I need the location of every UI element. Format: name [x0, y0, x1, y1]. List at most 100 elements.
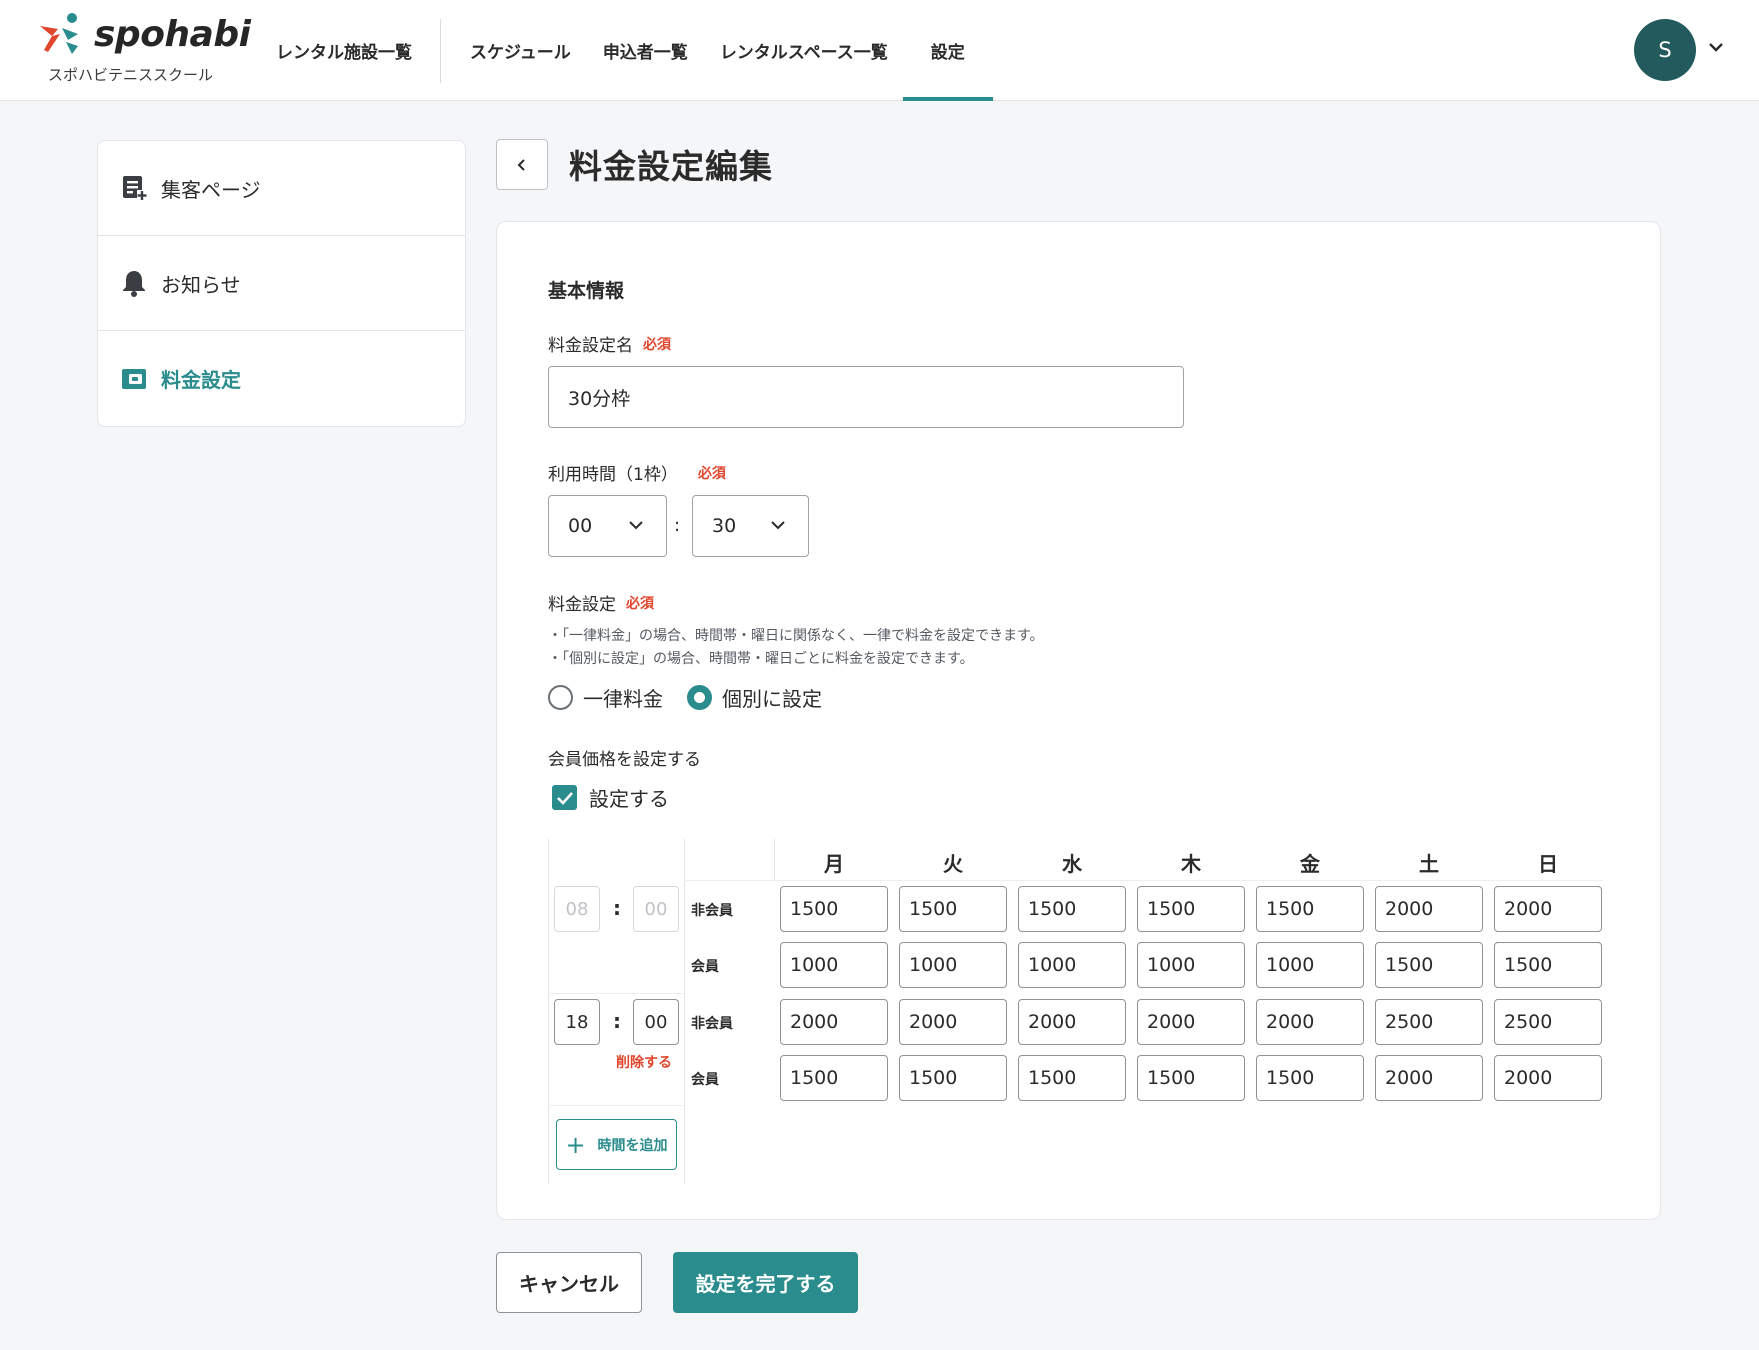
- table-border: [684, 880, 1603, 881]
- price-input-fri[interactable]: [1256, 886, 1364, 932]
- nav-applicants[interactable]: 申込者一覧: [603, 0, 688, 101]
- price-input-sun[interactable]: [1494, 999, 1602, 1045]
- duration-hours-select[interactable]: 00: [548, 495, 667, 557]
- required-badge: 必須: [697, 465, 726, 482]
- day-header-thu: 木: [1181, 852, 1201, 876]
- price-input-sun[interactable]: [1494, 886, 1602, 932]
- nav-rental-facilities[interactable]: レンタル施設一覧: [276, 0, 412, 101]
- page-plus-icon: [120, 174, 148, 202]
- pricing-field-label: 料金設定 必須: [548, 590, 654, 615]
- price-input-mon[interactable]: [780, 999, 888, 1045]
- button-label: 時間を追加: [597, 1137, 668, 1154]
- table-border: [684, 839, 685, 1184]
- cancel-button[interactable]: キャンセル: [496, 1252, 642, 1313]
- price-input-sat[interactable]: [1375, 999, 1483, 1045]
- block2-start-hour[interactable]: 18: [554, 999, 600, 1045]
- price-input-sun[interactable]: [1494, 942, 1602, 988]
- back-button[interactable]: [496, 139, 548, 190]
- sidebar-item-label: お知らせ: [161, 272, 241, 297]
- label-text: 利用時間（1枠）: [548, 465, 678, 485]
- top-header: spohabi スポハビテニススクール レンタル施設一覧 スケジュール 申込者一…: [0, 0, 1759, 101]
- price-input-fri[interactable]: [1256, 942, 1364, 988]
- logo-mark-icon: [40, 13, 78, 54]
- brand-logo[interactable]: spohabi スポハビテニススクール: [38, 12, 251, 87]
- table-border: [548, 839, 549, 1184]
- price-input-thu[interactable]: [1137, 1055, 1245, 1101]
- nav-settings[interactable]: 設定: [902, 0, 993, 101]
- radio-flat-rate[interactable]: 一律料金: [548, 683, 663, 712]
- chevron-down-icon: [771, 521, 785, 530]
- price-input-sat[interactable]: [1375, 886, 1483, 932]
- row-label-non-member: 非会員: [691, 903, 733, 919]
- row-label-member: 会員: [691, 1072, 719, 1088]
- row-label-member: 会員: [691, 959, 719, 975]
- price-input-sat[interactable]: [1375, 1055, 1483, 1101]
- price-input-fri[interactable]: [1256, 999, 1364, 1045]
- duration-minutes-select[interactable]: 30: [692, 495, 809, 557]
- sidebar-item-notices[interactable]: お知らせ: [98, 236, 465, 331]
- select-value: 00: [568, 515, 593, 537]
- block2-start-minute[interactable]: 00: [633, 999, 679, 1045]
- plus-icon: +: [565, 1130, 586, 1159]
- name-field-label: 料金設定名 必須: [548, 331, 671, 356]
- checkbox-label: 設定する: [589, 787, 669, 811]
- nav-divider: [440, 18, 441, 83]
- price-input-mon[interactable]: [780, 1055, 888, 1101]
- price-input-thu[interactable]: [1137, 942, 1245, 988]
- price-input-wed[interactable]: [1018, 999, 1126, 1045]
- day-header-sun: 日: [1538, 852, 1558, 876]
- user-avatar[interactable]: S: [1634, 19, 1696, 81]
- radio-indicator: [687, 685, 712, 710]
- price-input-thu[interactable]: [1137, 886, 1245, 932]
- pricing-form-card: 基本情報 料金設定名 必須 利用時間（1枠） 必須 00 : 30 料金設定 必…: [496, 221, 1661, 1220]
- price-input-fri[interactable]: [1256, 1055, 1364, 1101]
- member-price-checkbox[interactable]: 設定する: [552, 783, 669, 812]
- price-input-sat[interactable]: [1375, 942, 1483, 988]
- label-text: 料金設定名: [548, 336, 633, 356]
- chevron-left-icon: [517, 158, 525, 171]
- chevron-down-icon: [629, 521, 643, 530]
- nav-rental-spaces[interactable]: レンタルスペース一覧: [720, 0, 888, 101]
- nav-schedule[interactable]: スケジュール: [470, 0, 571, 101]
- price-input-mon[interactable]: [780, 942, 888, 988]
- submit-button[interactable]: 設定を完了する: [673, 1252, 858, 1313]
- page-title: 料金設定編集: [569, 147, 773, 186]
- settings-sidebar: 集客ページ お知らせ 料金設定: [97, 140, 466, 427]
- price-input-wed[interactable]: [1018, 942, 1126, 988]
- day-header-fri: 金: [1300, 852, 1320, 876]
- radio-label: 個別に設定: [722, 687, 822, 711]
- pricing-note-1: ・「一律料金」の場合、時間帯・曜日に関係なく、一律で料金を設定できます。: [548, 628, 1044, 644]
- price-input-tue[interactable]: [899, 1055, 1007, 1101]
- day-header-sat: 土: [1419, 852, 1439, 876]
- chevron-down-icon[interactable]: [1707, 40, 1725, 54]
- radio-individual[interactable]: 個別に設定: [687, 683, 822, 712]
- price-input-sun[interactable]: [1494, 1055, 1602, 1101]
- member-price-label: 会員価格を設定する: [548, 750, 701, 770]
- price-input-wed[interactable]: [1018, 1055, 1126, 1101]
- sidebar-item-landing-page[interactable]: 集客ページ: [98, 141, 465, 236]
- price-input-tue[interactable]: [899, 886, 1007, 932]
- duration-field-label: 利用時間（1枠） 必須: [548, 460, 726, 485]
- day-header-wed: 水: [1062, 852, 1082, 876]
- price-input-mon[interactable]: [780, 886, 888, 932]
- price-input-wed[interactable]: [1018, 886, 1126, 932]
- radio-label: 一律料金: [583, 687, 663, 711]
- select-value: 30: [712, 515, 737, 537]
- delete-time-block-link[interactable]: 削除する: [616, 1052, 672, 1072]
- price-input-tue[interactable]: [899, 942, 1007, 988]
- block1-start-hour: 08: [554, 886, 600, 932]
- time-separator: :: [613, 1009, 621, 1033]
- logo-wordmark: spohabi: [94, 14, 251, 55]
- price-input-tue[interactable]: [899, 999, 1007, 1045]
- block1-start-minute: 00: [633, 886, 679, 932]
- sidebar-item-label: 料金設定: [161, 368, 241, 392]
- required-badge: 必須: [626, 595, 654, 612]
- table-border: [548, 1105, 684, 1106]
- price-setting-name-input[interactable]: [548, 366, 1184, 428]
- price-input-thu[interactable]: [1137, 999, 1245, 1045]
- add-time-button[interactable]: + 時間を追加: [556, 1119, 677, 1170]
- time-separator: :: [674, 515, 681, 536]
- bell-icon: [120, 269, 148, 297]
- sidebar-item-pricing[interactable]: 料金設定: [98, 331, 465, 426]
- radio-indicator: [548, 685, 573, 710]
